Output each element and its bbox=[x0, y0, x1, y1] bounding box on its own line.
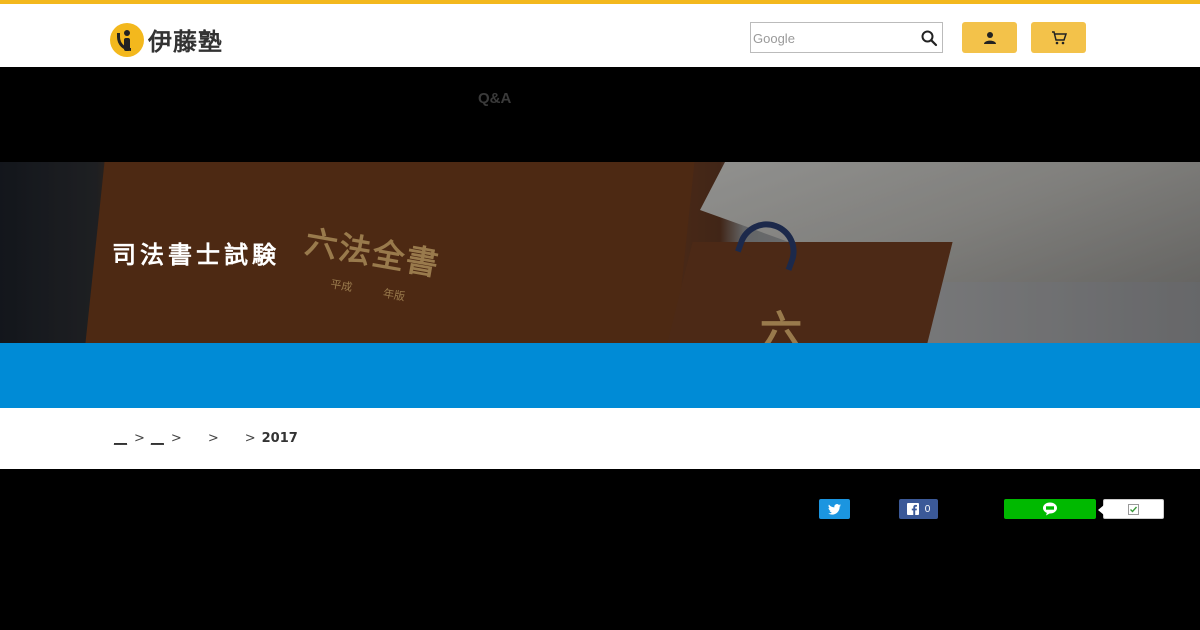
logo-mark-icon bbox=[110, 22, 144, 57]
cart-button[interactable] bbox=[1031, 22, 1086, 53]
site-logo[interactable]: 伊藤塾 bbox=[110, 22, 223, 57]
facebook-share-count: 0 bbox=[924, 503, 931, 515]
footer: 0 bbox=[0, 469, 1200, 630]
breadcrumb-separator: > bbox=[207, 431, 219, 446]
facebook-icon bbox=[906, 503, 919, 515]
page-title: 司法書士試験 bbox=[112, 240, 280, 269]
twitter-share-button[interactable] bbox=[819, 499, 850, 519]
breadcrumb-separator: > bbox=[244, 431, 256, 446]
search-icon[interactable] bbox=[920, 29, 938, 47]
logo-text: 伊藤塾 bbox=[148, 28, 223, 56]
hatena-check-icon bbox=[1128, 503, 1139, 515]
hatena-bookmark-button[interactable] bbox=[1098, 499, 1164, 519]
breadcrumb-separator: > bbox=[170, 431, 182, 446]
breadcrumb-link-1[interactable]: __ bbox=[114, 431, 128, 446]
search-box bbox=[750, 22, 943, 53]
site-header: 伊藤塾 bbox=[0, 4, 1200, 67]
line-share-button[interactable] bbox=[1004, 499, 1096, 519]
hero-banner: 六法全書 平成 年版 六 司法書士試験 bbox=[0, 162, 1200, 343]
global-nav: Q&A bbox=[0, 67, 1200, 162]
search-input[interactable] bbox=[753, 27, 918, 49]
breadcrumb-link-2[interactable]: __ bbox=[151, 431, 165, 446]
my-page-button[interactable] bbox=[962, 22, 1017, 53]
breadcrumb: __ > __ > > > 2017 bbox=[0, 408, 1200, 469]
twitter-icon bbox=[828, 503, 841, 515]
user-icon bbox=[983, 31, 996, 44]
nav-item-qa[interactable]: Q&A bbox=[478, 90, 511, 107]
cart-icon bbox=[1051, 30, 1067, 44]
breadcrumb-current: 2017 bbox=[261, 431, 298, 446]
breadcrumb-separator: > bbox=[134, 431, 145, 446]
line-icon bbox=[1043, 502, 1057, 516]
facebook-share-button[interactable]: 0 bbox=[899, 499, 938, 519]
blue-band bbox=[0, 343, 1200, 408]
